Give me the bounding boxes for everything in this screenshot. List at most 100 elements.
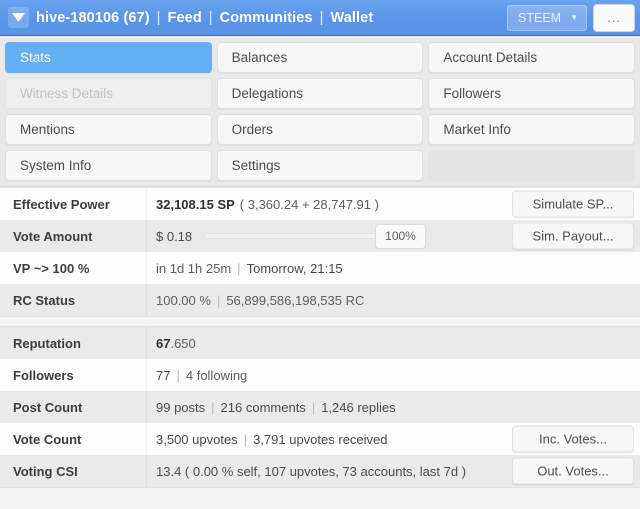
button-label: Sim. Payout... [532, 228, 614, 244]
reputation-fraction: .650 [170, 335, 196, 351]
vp-relative-time: in 1d 1h 25m [156, 260, 232, 276]
ellipsis-icon: ... [607, 10, 621, 25]
table-row-effective-power: Effective Power 32,108.15 SP ( 3,360.24 … [0, 188, 640, 220]
tab-label: Delegations [231, 86, 303, 101]
button-label: Simulate SP... [532, 196, 614, 212]
tab-system-info[interactable]: System Info [5, 150, 212, 181]
tab-followers[interactable]: Followers [428, 78, 635, 109]
simulate-payout-button[interactable]: Sim. Payout... [512, 222, 634, 250]
row-label: RC Status [0, 284, 147, 316]
header-link-feed[interactable]: Feed [168, 10, 202, 26]
row-value: 99 posts | 216 comments | 1,246 replies [147, 400, 640, 415]
panel-bottom-strip [0, 488, 640, 497]
tab-placeholder [428, 150, 635, 181]
incoming-votes-button[interactable]: Inc. Votes... [512, 425, 634, 453]
value-separator: | [216, 292, 221, 308]
tab-label: System Info [20, 158, 92, 173]
following-count: 4 following [185, 367, 248, 383]
outgoing-votes-button[interactable]: Out. Votes... [512, 457, 634, 485]
rc-percent: 100.00 % [156, 292, 211, 308]
tab-stats[interactable]: Stats [5, 42, 212, 73]
followers-count: 77 [156, 367, 171, 383]
voting-csi-value: 13.4 ( 0.00 % self, 107 upvotes, 73 acco… [156, 463, 467, 479]
tab-bar: Stats Balances Account Details Witness D… [0, 36, 640, 187]
row-label: Followers [0, 359, 147, 391]
comments-count: 216 comments [220, 399, 306, 415]
row-label: Vote Count [0, 423, 147, 455]
vote-weight-slider[interactable]: 100% [204, 223, 426, 249]
value-separator: | [176, 367, 180, 383]
tab-label: Account Details [443, 50, 538, 65]
tab-market-info[interactable]: Market Info [428, 114, 635, 145]
replies-count: 1,246 replies [321, 399, 396, 415]
value-separator: | [211, 399, 215, 415]
tab-grid: Stats Balances Account Details Witness D… [5, 42, 635, 181]
tab-delegations[interactable]: Delegations [216, 78, 424, 109]
tab-label: Settings [231, 158, 281, 173]
row-value: 100.00 % | 56,899,586,198,535 RC [147, 293, 640, 308]
tab-witness-details: Witness Details [5, 78, 212, 109]
tab-label: Orders [231, 122, 273, 137]
row-label: Reputation [0, 327, 147, 359]
button-label: Out. Votes... [537, 463, 609, 479]
tab-settings[interactable]: Settings [216, 150, 424, 181]
simulate-sp-button[interactable]: Simulate SP... [512, 190, 634, 218]
reputation-integer: 67 [156, 335, 171, 351]
button-label: Inc. Votes... [539, 431, 607, 447]
rc-amount: 56,899,586,198,535 RC [226, 292, 365, 308]
posts-count: 99 posts [156, 399, 206, 415]
overflow-menu-button[interactable]: ... [593, 3, 635, 32]
value-separator: | [237, 260, 241, 276]
stats-table-primary: Effective Power 32,108.15 SP ( 3,360.24 … [0, 187, 640, 317]
table-row-reputation: Reputation 67 .650 [0, 327, 640, 359]
table-row-post-count: Post Count 99 posts | 216 comments | 1,2… [0, 391, 640, 423]
header-account-name[interactable]: hive-180106 (67) [36, 10, 150, 26]
tab-label: Balances [231, 50, 288, 65]
tab-label: Followers [443, 86, 502, 101]
row-label: Vote Amount [0, 220, 147, 252]
row-label: Post Count [0, 391, 147, 423]
tab-mentions[interactable]: Mentions [5, 114, 212, 145]
slider-track[interactable] [204, 233, 380, 239]
header-link-wallet[interactable]: Wallet [330, 10, 373, 26]
account-stats-window: hive-180106 (67) | Feed | Communities | … [0, 0, 640, 509]
tab-label: Stats [20, 50, 51, 65]
table-row-rc-status: RC Status 100.00 % | 56,899,586,198,535 … [0, 284, 640, 316]
tab-label: Market Info [443, 122, 511, 137]
stats-table-secondary: Reputation 67 .650 Followers 77 | 4 foll… [0, 326, 640, 488]
table-row-vp-recharge: VP ~> 100 % in 1d 1h 25m | Tomorrow, 21:… [0, 252, 640, 284]
effective-power-amount: 32,108.15 SP [156, 196, 235, 212]
value-separator: | [243, 431, 248, 447]
table-row-vote-amount: Vote Amount $ 0.18 100% Sim. Payout... [0, 220, 640, 252]
slider-percent-badge: 100% [375, 223, 426, 249]
table-row-voting-csi: Voting CSI 13.4 ( 0.00 % self, 107 upvot… [0, 455, 640, 487]
upvotes-received: 3,791 upvotes received [253, 431, 388, 447]
row-label: VP ~> 100 % [0, 252, 147, 284]
tab-balances[interactable]: Balances [216, 42, 424, 73]
chevron-down-icon: ▼ [570, 12, 578, 22]
vote-amount-value: $ 0.18 [156, 228, 193, 244]
stats-panel: Effective Power 32,108.15 SP ( 3,360.24 … [0, 187, 640, 509]
header-separator-2: | [208, 9, 213, 26]
tab-account-details[interactable]: Account Details [428, 42, 635, 73]
row-value: 67 .650 [147, 336, 640, 351]
app-header: hive-180106 (67) | Feed | Communities | … [0, 0, 640, 36]
effective-power-breakdown: ( 3,360.24 + 28,747.91 ) [239, 196, 379, 212]
chain-selector[interactable]: STEEM ▼ [507, 4, 587, 31]
tab-orders[interactable]: Orders [216, 114, 424, 145]
chain-selector-label: STEEM [518, 10, 562, 25]
header-link-communities[interactable]: Communities [220, 10, 313, 26]
row-label: Voting CSI [0, 455, 147, 487]
tab-label: Mentions [20, 122, 75, 137]
upvotes-given: 3,500 upvotes [156, 431, 238, 447]
account-menu-caret-icon[interactable] [8, 7, 29, 28]
vp-absolute-time: Tomorrow, 21:15 [246, 260, 343, 276]
header-right-controls: STEEM ▼ ... [507, 3, 635, 32]
header-separator-1: | [156, 9, 161, 26]
row-label: Effective Power [0, 188, 147, 220]
row-value: 77 | 4 following [147, 368, 640, 383]
header-separator-3: | [319, 9, 324, 26]
value-separator: | [311, 399, 316, 415]
table-row-vote-count: Vote Count 3,500 upvotes | 3,791 upvotes… [0, 423, 640, 455]
header-nav: hive-180106 (67) | Feed | Communities | … [36, 10, 373, 26]
